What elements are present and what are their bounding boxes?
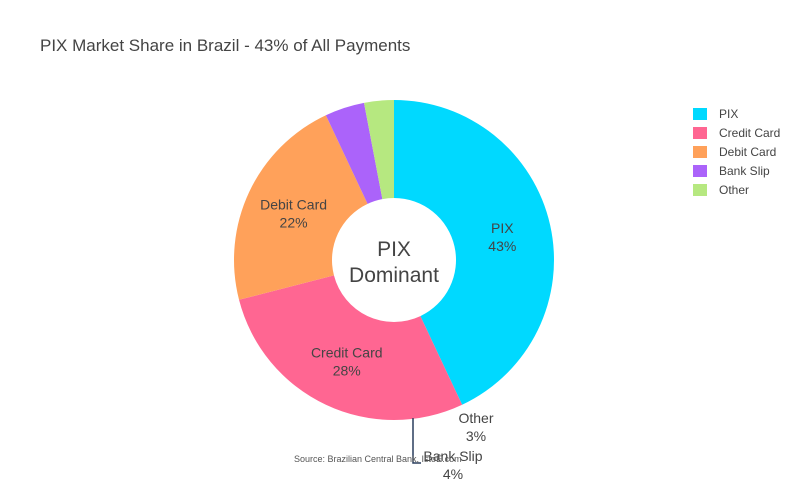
slice-label-percent-debit-card: 22% — [280, 215, 308, 231]
slice-label-percent-credit-card: 28% — [333, 362, 361, 378]
center-label-line-2: Dominant — [349, 264, 439, 287]
legend-swatch-bank-slip — [693, 164, 707, 177]
slice-label-percent-bank-slip: 4% — [443, 466, 463, 482]
legend-item-bank-slip[interactable]: Bank Slip — [693, 161, 793, 180]
legend: PIX Credit Card Debit Card Bank Slip Oth… — [693, 104, 793, 199]
legend-swatch-debit-card — [693, 145, 707, 158]
legend-item-pix[interactable]: PIX — [693, 104, 793, 123]
legend-label-credit-card: Credit Card — [719, 125, 781, 140]
slice-label-percent-other: 3% — [466, 428, 486, 444]
legend-item-other[interactable]: Other — [693, 180, 793, 199]
center-label-line-1: PIX — [377, 238, 411, 261]
legend-label-debit-card: Debit Card — [719, 144, 777, 159]
slice-label-name-pix: PIX — [491, 220, 514, 236]
legend-swatch-other — [693, 183, 707, 196]
slice-label-name-other: Other — [458, 410, 493, 426]
slice-label-percent-pix: 43% — [488, 238, 516, 254]
donut-chart: PIX 43% Credit Card 28% Debit Card 22% Other 3%… — [233, 100, 555, 482]
center-label: PIX Dominant — [349, 238, 439, 287]
legend-label-other: Other — [719, 182, 750, 197]
slice-label-name-debit-card: Debit Card — [260, 197, 327, 213]
legend-item-credit-card[interactable]: Credit Card — [693, 123, 793, 142]
legend-swatch-pix — [693, 107, 707, 120]
legend-item-debit-card[interactable]: Debit Card — [693, 142, 793, 161]
source-note: Source: Brazilian Central Bank, IstoÉ.co… — [294, 454, 462, 464]
slice-label-other: Other 3% — [458, 410, 493, 444]
legend-swatch-credit-card — [693, 126, 707, 139]
legend-label-pix: PIX — [719, 106, 739, 121]
legend-label-bank-slip: Bank Slip — [719, 163, 770, 178]
slice-label-name-credit-card: Credit Card — [311, 344, 383, 360]
chart-root: PIX Market Share in Brazil - 43% of All … — [0, 0, 800, 500]
